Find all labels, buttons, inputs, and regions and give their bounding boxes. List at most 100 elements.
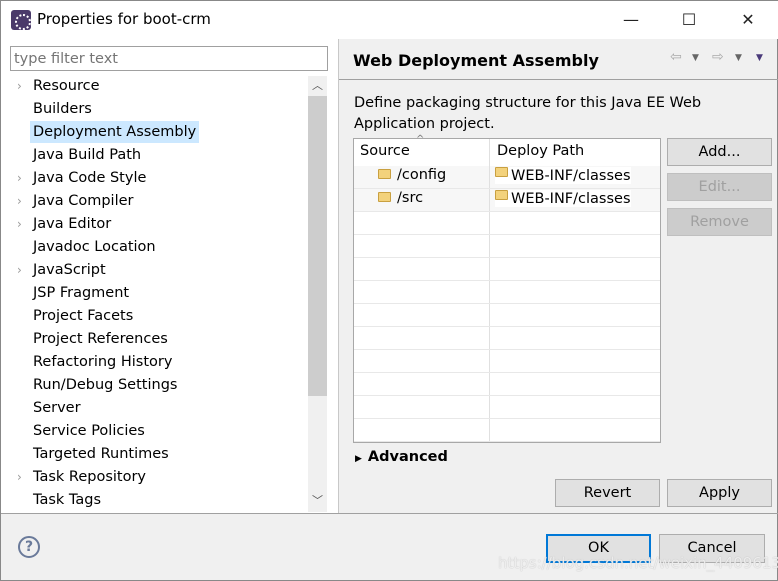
expand-chevron-icon[interactable]: › (17, 259, 22, 281)
tree-item-label: Refactoring History (33, 354, 173, 370)
forward-arrow-icon[interactable]: ⇨ (712, 49, 724, 65)
advanced-section-toggle[interactable]: ▶ Advanced (355, 449, 448, 465)
tree-item[interactable]: Server (33, 397, 81, 419)
table-row (354, 373, 660, 396)
row-source-cell (354, 419, 490, 441)
back-arrow-icon[interactable]: ⇦ (670, 49, 682, 65)
revert-button[interactable]: Revert (555, 479, 660, 507)
column-header-source[interactable]: Source ^ (354, 134, 490, 166)
tree-item[interactable]: › Java Editor (17, 213, 112, 235)
close-button[interactable]: ✕ (719, 1, 777, 39)
table-row (354, 281, 660, 304)
assembly-table: Source ^ Deploy Path /config WEB-INF/class… (353, 134, 661, 443)
tree-item[interactable]: Deployment Assembly (30, 121, 200, 143)
expand-chevron-icon[interactable]: › (17, 213, 22, 235)
header-separator (339, 79, 778, 80)
table-row (354, 396, 660, 419)
tree-item[interactable]: › Resource (17, 75, 100, 97)
folder-icon (378, 192, 391, 202)
minimize-button[interactable]: — (602, 1, 660, 39)
expand-arrow-icon: ▶ (355, 454, 362, 464)
row-source-cell: /src (354, 189, 490, 211)
row-source-cell (354, 373, 490, 395)
expand-chevron-icon[interactable]: › (17, 75, 22, 97)
tree-item-label: JavaScript (33, 262, 106, 278)
tree-item[interactable]: Project References (33, 328, 168, 350)
table-row (354, 304, 660, 327)
row-source-cell (354, 212, 490, 234)
tree-item[interactable]: › Java Compiler (17, 190, 134, 212)
tree-item-label: Run/Debug Settings (33, 377, 178, 393)
scroll-down-icon[interactable]: ﹀ (308, 491, 327, 511)
tree-item[interactable]: Java Build Path (33, 144, 141, 166)
tree-item[interactable]: Task Tags (33, 489, 101, 511)
tree-item[interactable]: Javadoc Location (33, 236, 156, 258)
tree-item-label: Java Code Style (33, 170, 147, 186)
apply-button[interactable]: Apply (667, 479, 772, 507)
remove-button[interactable]: Remove (667, 208, 772, 236)
page-description: Define packaging structure for this Java… (354, 95, 702, 132)
table-row[interactable]: /src WEB-INF/classes (354, 189, 660, 212)
tree-item-label: Server (33, 400, 81, 416)
tree-item[interactable]: Targeted Runtimes (33, 443, 169, 465)
tree-item-label: Java Editor (33, 216, 112, 232)
tree-item[interactable]: Run/Debug Settings (33, 374, 177, 396)
eclipse-app-icon (11, 10, 31, 30)
source-cell: /src (378, 190, 423, 206)
deploy-path-cell: WEB-INF/classes (495, 167, 631, 184)
tree-item-label: Targeted Runtimes (33, 446, 169, 462)
filter-input[interactable] (10, 46, 328, 71)
tree-item-label: JSP Fragment (33, 285, 130, 301)
table-row[interactable]: /config WEB-INF/classes (354, 166, 660, 189)
tree-item-label: Project References (33, 331, 168, 347)
forward-dropdown-icon[interactable]: ▼ (735, 53, 742, 63)
tree-item[interactable]: › Java Code Style (17, 167, 147, 189)
view-menu-icon[interactable]: ▼ (756, 53, 763, 63)
tree-item[interactable]: Builders (33, 98, 92, 120)
row-source-cell (354, 304, 490, 326)
watermark: https://blog.csdn.net/weixin_44096133 (498, 554, 778, 572)
deploy-path-cell: WEB-INF/classes (495, 190, 631, 207)
tree-item[interactable]: › JavaScript (17, 259, 106, 281)
tree-item[interactable]: Project Facets (33, 305, 133, 327)
column-header-deploy-path[interactable]: Deploy Path (497, 143, 584, 159)
tree-item-label: Javadoc Location (33, 239, 156, 255)
tree-item[interactable]: › Task Repository (17, 466, 147, 488)
tree-item[interactable]: Refactoring History (33, 351, 172, 373)
edit-button[interactable]: Edit... (667, 173, 772, 201)
add-button[interactable]: Add... (667, 138, 772, 166)
tree-item[interactable]: JSP Fragment (33, 282, 129, 304)
expand-chevron-icon[interactable]: › (17, 466, 22, 488)
expand-chevron-icon[interactable]: › (17, 167, 22, 189)
table-row (354, 350, 660, 373)
deploy-path-text: WEB-INF/classes (511, 191, 631, 207)
folder-icon (495, 167, 508, 177)
advanced-label: Advanced (367, 449, 448, 465)
table-row (354, 235, 660, 258)
table-row (354, 258, 660, 281)
tree-item[interactable]: Service Policies (33, 420, 145, 442)
source-cell: /config (378, 167, 446, 183)
pane-divider[interactable] (338, 39, 339, 513)
row-source-cell (354, 281, 490, 303)
scroll-up-icon[interactable]: ︿ (308, 76, 327, 96)
tree-item-label: Project Facets (33, 308, 134, 324)
help-icon[interactable]: ? (18, 536, 40, 558)
scrollbar-thumb[interactable] (308, 96, 327, 396)
expand-chevron-icon[interactable]: › (17, 190, 22, 212)
maximize-button[interactable]: ☐ (660, 1, 718, 39)
back-dropdown-icon[interactable]: ▼ (692, 53, 699, 63)
folder-icon (378, 169, 391, 179)
tree-item-label: Deployment Assembly (33, 124, 197, 140)
tree-item-label: Task Tags (33, 492, 102, 508)
source-header-label: Source (360, 143, 410, 159)
tree-item-label: Service Policies (33, 423, 145, 439)
tree-item-label: Task Repository (33, 469, 147, 485)
tree-item-label: Java Build Path (33, 147, 142, 163)
row-source-cell (354, 235, 490, 257)
tree-item-label: Java Compiler (33, 193, 134, 209)
table-row (354, 419, 660, 442)
title-bar: Properties for boot-crm — ☐ ✕ (1, 1, 778, 39)
row-source-cell: /config (354, 166, 490, 188)
source-text: /config (397, 167, 447, 183)
